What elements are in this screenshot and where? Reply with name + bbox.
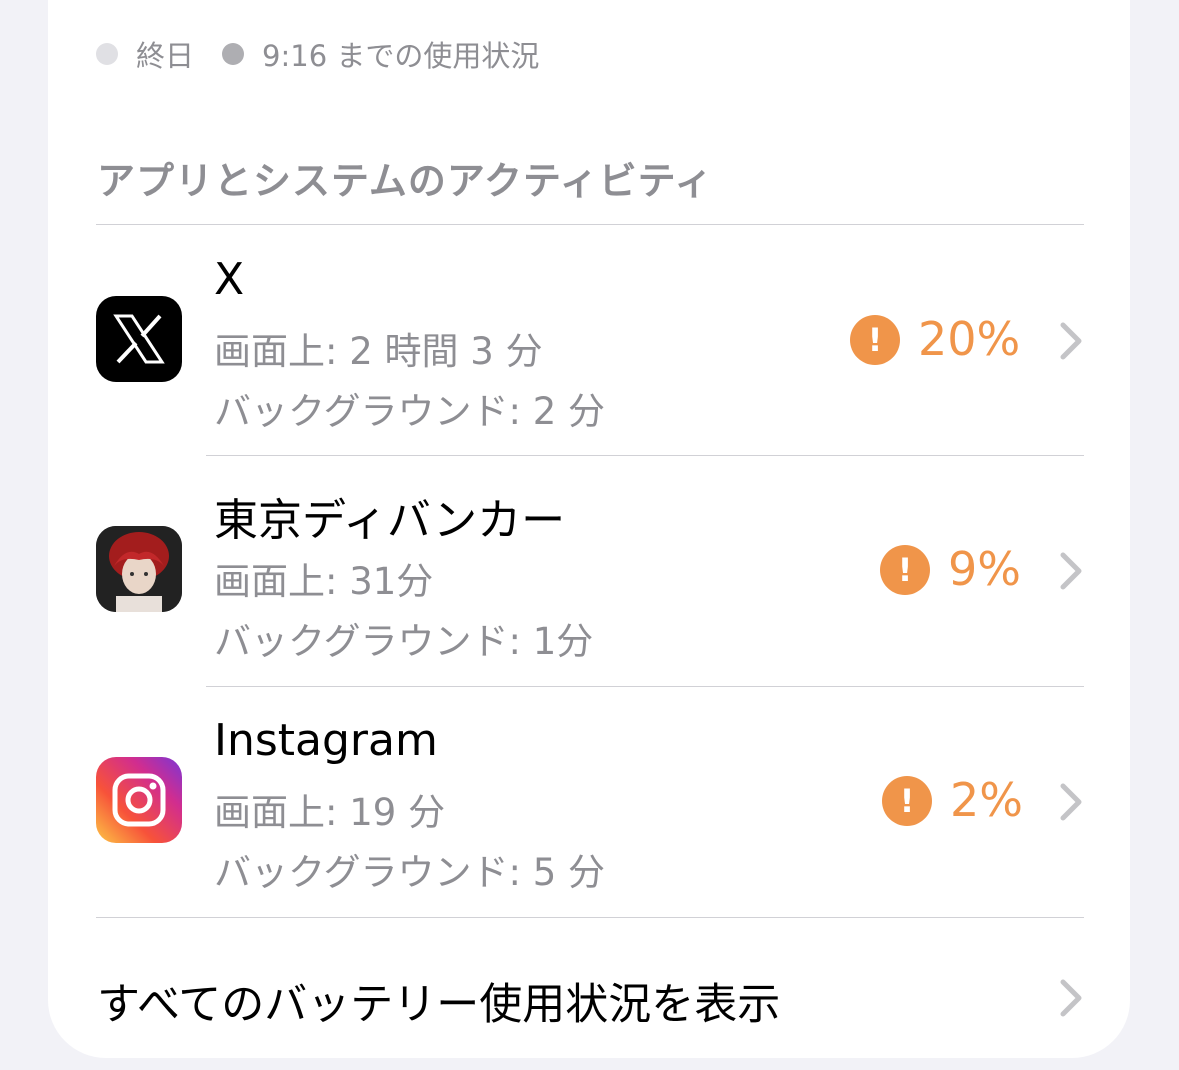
legend-all-day: 終日 [96, 33, 194, 75]
show-all-battery-usage-link[interactable]: すべてのバッテリー使用状況を表示 [97, 970, 780, 1032]
tokyo-debunker-artwork [96, 526, 182, 612]
tokyo-debunker-icon [96, 526, 182, 612]
app-row-tokyo-debunker[interactable]: 東京ディバンカー 画面上: 31分 バックグラウンド: 1分 ! 9% [96, 456, 1084, 686]
app-row-x[interactable]: X 画面上: 2 時間 3 分 バックグラウンド: 2 分 ! 20% [96, 226, 1084, 456]
legend-usage-until: 9:16 までの使用状況 [222, 33, 539, 75]
app-background-time: バックグラウンド: 1分 [214, 620, 594, 663]
chevron-right-icon [1060, 552, 1082, 590]
x-logo-glyph [113, 314, 165, 364]
legend-dot-dark [222, 43, 245, 65]
chevron-right-icon [1060, 979, 1082, 1017]
app-battery-percent: 9% [948, 542, 1021, 596]
instagram-icon [96, 757, 182, 843]
app-name: 東京ディバンカー [214, 495, 566, 546]
app-screen-time: 画面上: 31分 [214, 560, 434, 603]
legend-all-day-label: 終日 [136, 39, 195, 73]
section-divider [96, 224, 1084, 225]
app-background-time: バックグラウンド: 5 分 [214, 851, 606, 894]
warning-icon: ! [882, 776, 932, 826]
warning-icon: ! [880, 545, 930, 595]
app-background-time: バックグラウンド: 2 分 [214, 390, 606, 433]
instagram-logo [96, 757, 182, 843]
show-all-battery-usage-row[interactable]: すべてのバッテリー使用状況を表示 [96, 918, 1084, 1058]
chevron-right-icon [1060, 322, 1082, 360]
legend-usage-label: 9:16 までの使用状況 [262, 39, 540, 73]
app-screen-time: 画面上: 2 時間 3 分 [214, 330, 543, 373]
app-battery-percent: 20% [918, 312, 1021, 366]
chevron-right-icon [1060, 783, 1082, 821]
app-screen-time: 画面上: 19 分 [214, 791, 446, 834]
section-title: アプリとシステムのアクティビティ [97, 159, 714, 203]
app-row-instagram[interactable]: Instagram 画面上: 19 分 バックグラウンド: 5 分 ! 2% [96, 687, 1084, 917]
app-name: X [214, 254, 245, 305]
warning-icon: ! [850, 315, 900, 365]
legend-dot-light [96, 43, 118, 65]
x-logo-icon [96, 296, 182, 382]
app-name: Instagram [214, 715, 438, 766]
usage-legend: 終日 9:16 までの使用状況 [96, 34, 567, 74]
app-battery-percent: 2% [950, 773, 1023, 827]
